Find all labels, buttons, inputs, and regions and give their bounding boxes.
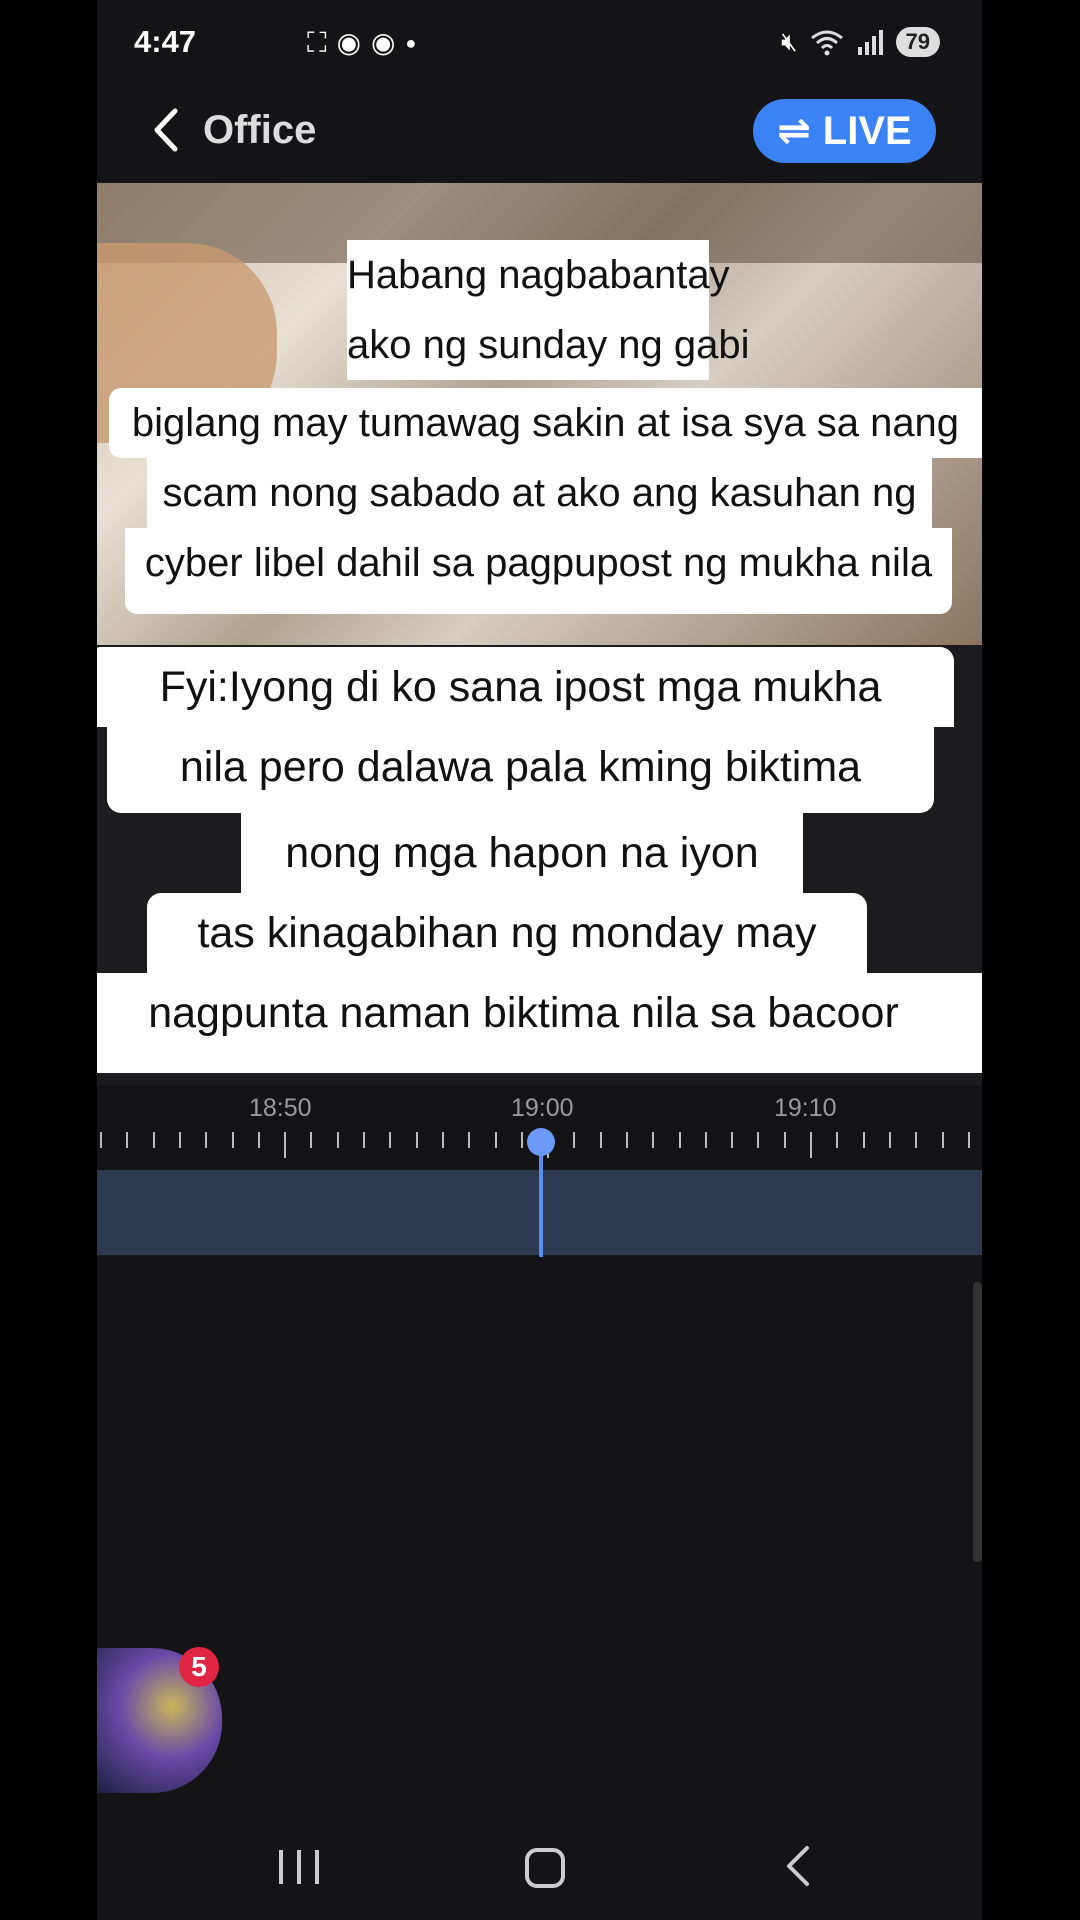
back-button[interactable] (147, 105, 183, 155)
timeline-label: 19:00 (511, 1094, 574, 1122)
timeline-tick (626, 1132, 628, 1148)
battery-indicator: 79 (895, 27, 940, 57)
wifi-icon (810, 30, 843, 56)
timeline-tick (942, 1132, 944, 1148)
timeline-tick (968, 1132, 970, 1148)
timeline-tick (915, 1132, 917, 1148)
notification-badge: 5 (179, 1647, 219, 1687)
timeline-tick (310, 1132, 312, 1148)
dot-icon: ● (405, 33, 417, 53)
status-right-icons: 🔇︎ 79 (781, 26, 940, 58)
messenger-icon: ◉ (336, 27, 362, 58)
caption-line: nila pero dalawa pala kming biktima (107, 727, 934, 813)
timeline-tick (363, 1132, 365, 1148)
timeline-tick (652, 1132, 654, 1148)
timeline-tick (784, 1132, 786, 1148)
timeline-tick (889, 1132, 891, 1148)
timeline-label: 19:10 (774, 1094, 837, 1122)
timeline-tick (757, 1132, 759, 1148)
back-icon[interactable] (781, 1844, 815, 1888)
live-button[interactable]: ⇌ LIVE (753, 99, 936, 163)
caption-line: nagpunta naman biktima nila sa bacoor (97, 973, 982, 1073)
timeline-tick (573, 1132, 575, 1148)
timeline-label: 18:50 (249, 1094, 312, 1122)
caption-line: Habang nagbabantay (347, 240, 730, 310)
swap-arrows-icon: ⇌ (777, 109, 811, 153)
timeline-tick (468, 1132, 470, 1148)
phone-screen: 4:47 ⛶ ◉ ◉ ● 🔇︎ 79 Office ⇌ LIVE Habang … (97, 0, 982, 1920)
timeline-tick (442, 1132, 444, 1148)
timeline-tick (863, 1132, 865, 1148)
timeline-tick (232, 1132, 234, 1148)
signal-icon (857, 30, 883, 55)
caption-line: scam nong sabado at ako ang kasuhan ng (147, 458, 932, 528)
caption-line: tas kinagabihan ng monday may (147, 893, 867, 973)
timeline-tick (495, 1132, 497, 1148)
timeline-tick (126, 1132, 128, 1148)
playhead-handle[interactable] (527, 1128, 555, 1156)
caption-line: nong mga hapon na iyon (241, 813, 803, 893)
timeline-tick (810, 1132, 812, 1158)
navigation-bar (97, 1830, 982, 1900)
status-left-icons: ⛶ ◉ ◉ ● (307, 28, 416, 58)
timeline-tick (836, 1132, 838, 1148)
caption-line: biglang may tumawag sakin at isa sya sa … (109, 388, 982, 458)
screenshot-icon: ⛶ (307, 27, 327, 58)
caption-line: Fyi:Iyong di ko sana ipost mga mukha (97, 647, 954, 727)
messenger-icon: ◉ (371, 27, 396, 58)
page-title: Office (203, 108, 317, 152)
timeline-tick (416, 1132, 418, 1148)
timeline-tick (521, 1132, 523, 1148)
timeline-tick (600, 1132, 602, 1148)
live-label: LIVE (822, 108, 912, 153)
status-time: 4:47 (134, 24, 197, 59)
scrollbar[interactable] (973, 1282, 982, 1562)
mute-icon: 🔇︎ (781, 26, 798, 56)
caption-line: ako ng sunday ng gabi (347, 310, 750, 380)
timeline-tick (179, 1132, 181, 1148)
status-bar: 4:47 ⛶ ◉ ◉ ● 🔇︎ 79 (97, 0, 982, 90)
recent-apps-icon[interactable] (279, 1850, 319, 1884)
timeline-tick (284, 1132, 286, 1158)
timeline-tick (153, 1132, 155, 1148)
timeline-tick (731, 1132, 733, 1148)
caption-line: cyber libel dahil sa pagpupost ng mukha … (125, 528, 952, 614)
timeline-tick (679, 1132, 681, 1148)
timeline-tick (100, 1132, 102, 1148)
timeline-tick (389, 1132, 391, 1148)
timeline-tick (705, 1132, 707, 1148)
timeline-tick (205, 1132, 207, 1148)
timeline-tick (258, 1132, 260, 1148)
timeline-tick (337, 1132, 339, 1148)
home-icon[interactable] (525, 1848, 565, 1888)
